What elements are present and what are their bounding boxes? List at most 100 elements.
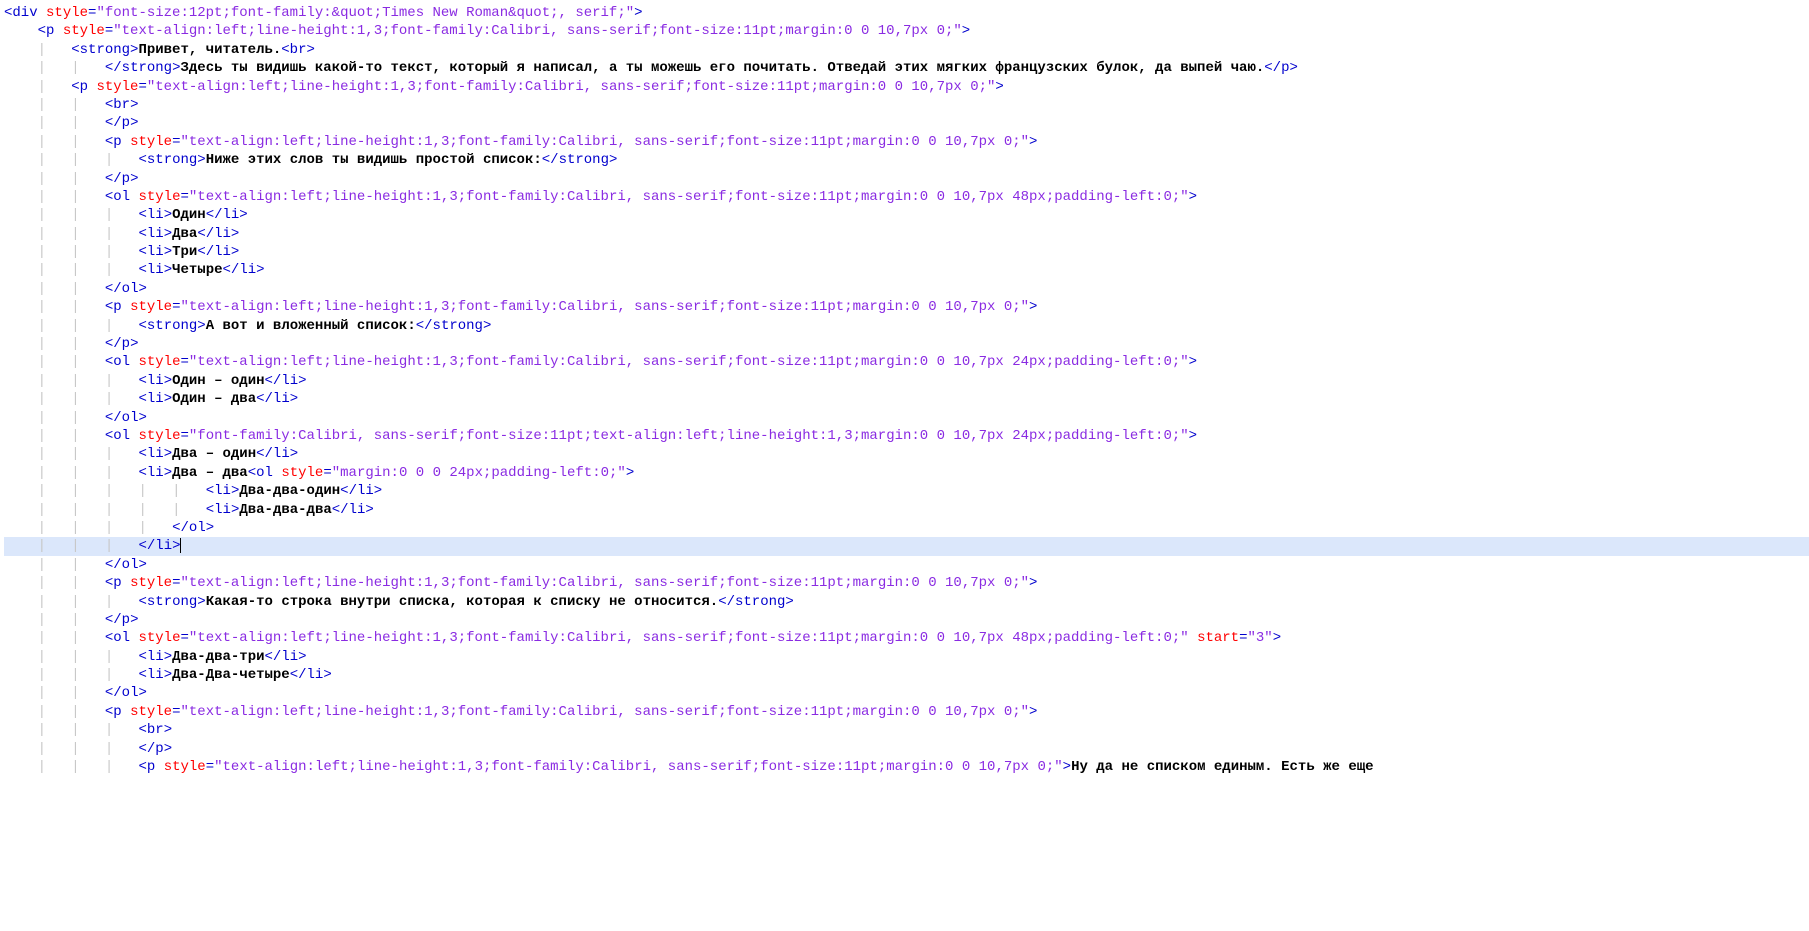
token-tag: > [1189, 354, 1197, 370]
token-tag: </li> [256, 446, 298, 462]
code-line[interactable]: | | </p> [4, 114, 1809, 132]
code-line[interactable]: | | | <strong>А вот и вложенный список:<… [4, 317, 1809, 335]
token-tag: <li> [138, 262, 172, 278]
code-line[interactable]: | | <p style="text-align:left;line-heigh… [4, 703, 1809, 721]
token-attr: style [130, 134, 172, 150]
token-tag [1189, 630, 1197, 646]
token-tag: <li> [138, 391, 172, 407]
token-attr: style [130, 704, 172, 720]
code-line[interactable]: | | <ol style="text-align:left;line-heig… [4, 188, 1809, 206]
token-tag: > [1029, 575, 1037, 591]
code-line[interactable]: | | </ol> [4, 684, 1809, 702]
code-line[interactable]: | | </p> [4, 335, 1809, 353]
code-line[interactable]: | | | | | <li>Два-два-два</li> [4, 501, 1809, 519]
token-tag: </li> [138, 538, 180, 554]
code-line[interactable]: | | | <strong>Ниже этих слов ты видишь п… [4, 151, 1809, 169]
token-attr: style [46, 5, 88, 21]
token-tag: <li> [138, 446, 172, 462]
token-tag: = [180, 189, 188, 205]
token-txt: Два-два-два [239, 502, 331, 518]
token-tag: </strong> [542, 152, 618, 168]
token-tag: </p> [138, 741, 172, 757]
token-tag: </strong> [416, 318, 492, 334]
code-line[interactable]: | | </ol> [4, 280, 1809, 298]
code-line[interactable]: | | <ol style="text-align:left;line-heig… [4, 629, 1809, 647]
code-line[interactable]: | | | <li>Два-два-три</li> [4, 648, 1809, 666]
code-line[interactable]: | | </p> [4, 170, 1809, 188]
code-line[interactable]: <p style="text-align:left;line-height:1,… [4, 22, 1809, 40]
code-line[interactable]: | | | <p style="text-align:left;line-hei… [4, 758, 1809, 776]
token-attr: style [164, 759, 206, 775]
code-line[interactable]: | | | <li>Один</li> [4, 206, 1809, 224]
token-tag: = [180, 428, 188, 444]
token-tag: </li> [332, 502, 374, 518]
code-line[interactable]: | | </ol> [4, 556, 1809, 574]
token-val: "text-align:left;line-height:1,3;font-fa… [181, 575, 1030, 591]
token-val: "text-align:left;line-height:1,3;font-fa… [189, 354, 1189, 370]
code-line[interactable]: | | | <li>Один – два</li> [4, 390, 1809, 408]
token-txt: Привет, читатель. [138, 42, 281, 58]
token-txt: Два-Два-четыре [172, 667, 290, 683]
code-line[interactable]: | | <ol style="text-align:left;line-heig… [4, 353, 1809, 371]
token-val: "text-align:left;line-height:1,3;font-fa… [189, 630, 1189, 646]
token-tag: <li> [138, 207, 172, 223]
token-tag: = [172, 704, 180, 720]
code-line[interactable]: | | | | </ol> [4, 519, 1809, 537]
code-line[interactable]: | | | <li>Три</li> [4, 243, 1809, 261]
token-tag: > [1273, 630, 1281, 646]
code-line[interactable]: | | <p style="text-align:left;line-heigh… [4, 298, 1809, 316]
token-txt: Один [172, 207, 206, 223]
code-line[interactable]: | | | | | <li>Два-два-один</li> [4, 482, 1809, 500]
token-tag: <br> [138, 722, 172, 738]
code-line[interactable]: | | | <li>Четыре</li> [4, 261, 1809, 279]
token-tag: <strong> [138, 594, 205, 610]
token-tag: <li> [138, 226, 172, 242]
code-line[interactable]: | | <p style="text-align:left;line-heigh… [4, 574, 1809, 592]
code-line[interactable]: | | </ol> [4, 409, 1809, 427]
code-line[interactable]: | | </p> [4, 611, 1809, 629]
code-line[interactable]: | | | <li>Два</li> [4, 225, 1809, 243]
token-tag: <strong> [138, 318, 205, 334]
code-editor[interactable]: <div style="font-size:12pt;font-family:&… [0, 0, 1809, 931]
token-tag: </ol> [172, 520, 214, 536]
token-val: "text-align:left;line-height:1,3;font-fa… [181, 704, 1030, 720]
token-tag: </li> [197, 226, 239, 242]
token-tag: </li> [290, 667, 332, 683]
token-val: "font-family:Calibri, sans-serif;font-si… [189, 428, 1189, 444]
code-line[interactable]: | <p style="text-align:left;line-height:… [4, 78, 1809, 96]
token-tag: <p [71, 79, 96, 95]
code-line[interactable]: | | </strong>Здесь ты видишь какой-то те… [4, 59, 1809, 77]
code-line[interactable]: | | | <br> [4, 721, 1809, 739]
token-tag: > [626, 465, 634, 481]
token-tag: <p [38, 23, 63, 39]
token-tag: <li> [138, 649, 172, 665]
token-tag: <li> [138, 465, 172, 481]
code-line[interactable]: | | | <li>Два – два<ol style="margin:0 0… [4, 464, 1809, 482]
code-line[interactable]: | | | <li>Один – один</li> [4, 372, 1809, 390]
text-caret [180, 538, 181, 553]
token-tag: <li> [138, 373, 172, 389]
code-line[interactable]: | | | <li>Два – один</li> [4, 445, 1809, 463]
code-line[interactable]: | | | </li> [4, 537, 1809, 555]
token-tag: </p> [105, 612, 139, 628]
code-line[interactable]: <div style="font-size:12pt;font-family:&… [4, 4, 1809, 22]
code-line[interactable]: | | <br> [4, 96, 1809, 114]
code-line[interactable]: | | <p style="text-align:left;line-heigh… [4, 133, 1809, 151]
token-attr: start [1197, 630, 1239, 646]
code-line[interactable]: | | | </p> [4, 740, 1809, 758]
token-tag: </p> [1264, 60, 1298, 76]
code-line[interactable]: | <strong>Привет, читатель.<br> [4, 41, 1809, 59]
token-val: "text-align:left;line-height:1,3;font-fa… [113, 23, 962, 39]
token-tag: </strong> [718, 594, 794, 610]
code-line[interactable]: | | | <strong>Какая-то строка внутри спи… [4, 593, 1809, 611]
token-val: "margin:0 0 0 24px;padding-left:0;" [332, 465, 626, 481]
token-attr: style [130, 575, 172, 591]
token-tag: <li> [206, 502, 240, 518]
token-tag: </li> [265, 373, 307, 389]
token-tag: </p> [105, 171, 139, 187]
code-line[interactable]: | | | <li>Два-Два-четыре</li> [4, 666, 1809, 684]
code-line[interactable]: | | <ol style="font-family:Calibri, sans… [4, 427, 1809, 445]
token-attr: style [281, 465, 323, 481]
token-attr: style [138, 630, 180, 646]
token-tag: <ol [105, 428, 139, 444]
